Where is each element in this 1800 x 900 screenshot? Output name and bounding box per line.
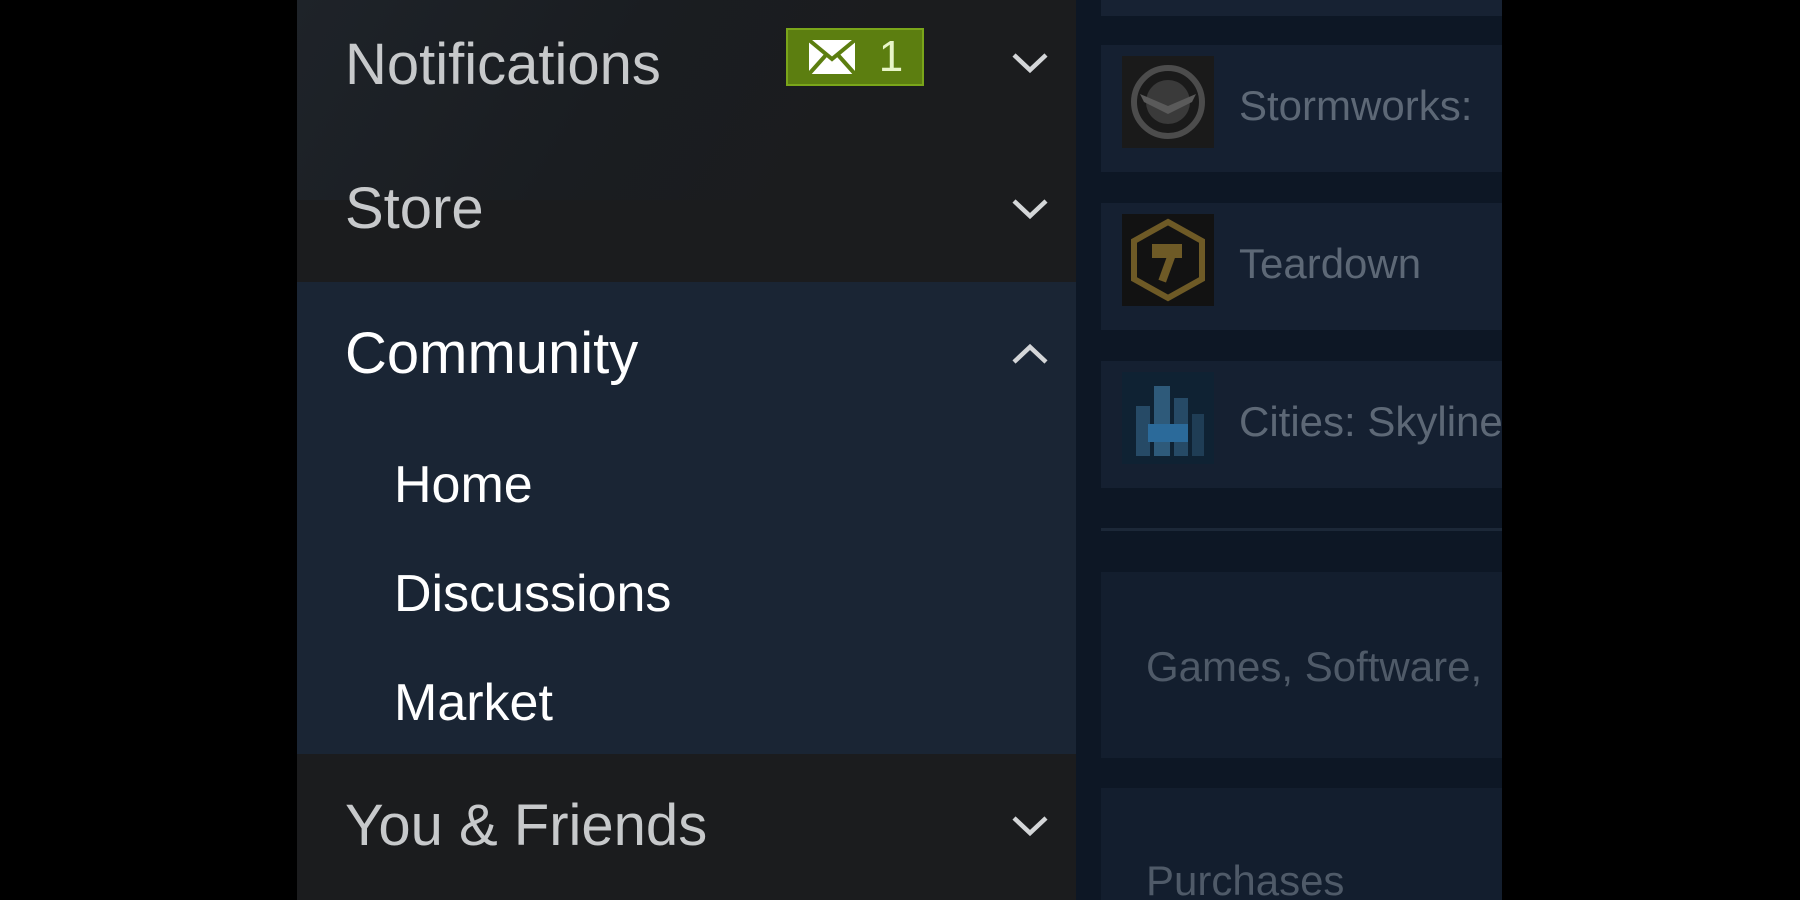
nav-item-store[interactable]: Store xyxy=(297,127,1076,282)
chevron-down-icon[interactable] xyxy=(1010,43,1050,83)
nav-item-you-and-friends[interactable]: You & Friends xyxy=(297,754,1076,900)
community-subitem-home[interactable]: Home xyxy=(394,459,533,511)
info-card-purchases[interactable]: Purchases xyxy=(1101,788,1502,900)
game-card-cities-skylines[interactable]: Cities: Skyline xyxy=(1101,361,1502,488)
game-title: Cities: Skyline xyxy=(1239,398,1502,445)
nav-item-you-and-friends-label: You & Friends xyxy=(345,793,708,858)
game-card-stormworks[interactable]: Stormworks: xyxy=(1101,45,1502,172)
info-card-text: Games, Software, xyxy=(1146,643,1483,690)
game-title: Stormworks: xyxy=(1239,82,1473,129)
community-subitem-market[interactable]: Market xyxy=(394,677,553,729)
nav-item-community[interactable]: Community xyxy=(297,282,1076,402)
nav-item-notifications-label: Notifications xyxy=(345,32,661,97)
nav-item-notifications[interactable]: Notifications 1 xyxy=(297,0,1076,127)
teardown-logo-icon xyxy=(1122,214,1214,306)
info-card-games-software[interactable]: Games, Software, xyxy=(1101,572,1502,758)
cities-skylines-logo-icon xyxy=(1122,372,1214,464)
nav-item-community-label: Community xyxy=(345,321,639,386)
chevron-down-icon[interactable] xyxy=(1010,189,1050,229)
community-subitem-discussions[interactable]: Discussions xyxy=(394,568,671,620)
nav-item-store-label: Store xyxy=(345,176,484,241)
envelope-icon xyxy=(807,38,857,76)
info-card-text: Purchases xyxy=(1146,857,1345,900)
section-divider xyxy=(1101,528,1502,531)
chevron-up-icon[interactable] xyxy=(1010,334,1050,374)
nav-item-community-expanded: Community Home Discussions Market xyxy=(297,282,1076,754)
notifications-badge-count: 1 xyxy=(878,32,904,81)
chevron-down-icon[interactable] xyxy=(1010,806,1050,846)
notifications-badge[interactable]: 1 xyxy=(786,28,924,86)
top-bar-remnant xyxy=(1101,0,1502,16)
background-content-dimmed: Stormworks: Teardown Cities: Skyline Gam… xyxy=(1076,0,1502,900)
side-navigation-drawer: Notifications 1 Store Community Home Dis… xyxy=(297,0,1076,900)
stormworks-logo-icon xyxy=(1122,56,1214,148)
game-card-teardown[interactable]: Teardown xyxy=(1101,203,1502,330)
game-title: Teardown xyxy=(1239,240,1422,287)
